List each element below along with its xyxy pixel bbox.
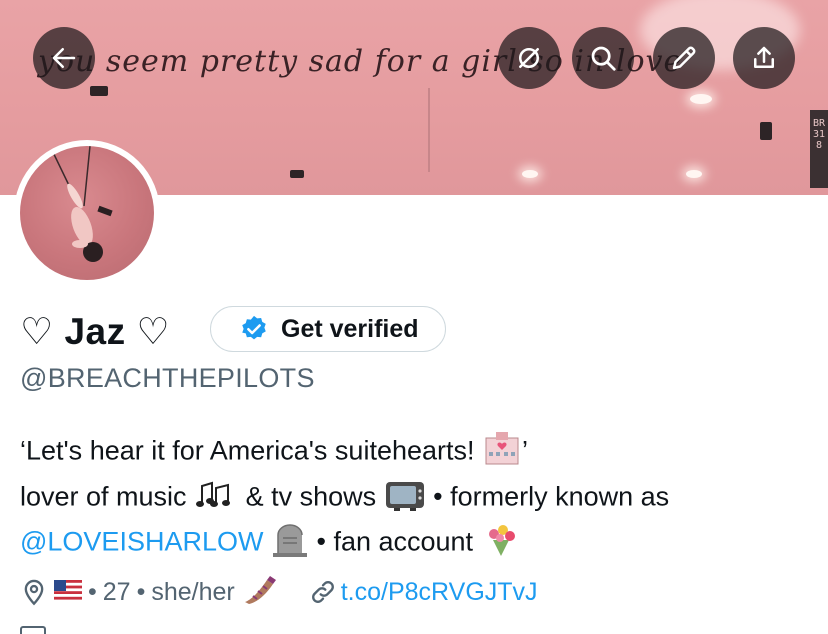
bio-text: ‘Let's hear it for America's suitehearts… [20,435,483,466]
display-name: ♡ Jaz ♡ [20,310,171,352]
banner-light [686,170,702,178]
bio-text: & tv shows [238,481,384,512]
bio-line-3: @LOVEISHARLOW • fan account [20,522,521,565]
banner-sign: BR 31 8 [810,110,828,188]
bio-text: • formerly known as [425,481,670,512]
search-button[interactable] [572,27,634,89]
television-emoji-icon [384,478,426,519]
verified-badge-icon [242,315,266,340]
profile-age: 27 [102,577,131,606]
profile-website-link[interactable]: t.co/P8cRVGJTvJ [341,578,538,607]
avatar-image [20,146,154,280]
nail-polish-emoji-icon [243,574,277,611]
bouquet-emoji-icon [481,522,521,565]
profile-meta-row: • 27 • she/her t.co/P8cRVGJTvJ [20,572,538,612]
love-hotel-emoji-icon [482,432,522,473]
share-icon [754,46,774,68]
back-arrow-icon [52,48,76,68]
banner-light [690,94,712,104]
translate-icon [519,48,539,68]
bio-text: • fan account [308,526,481,557]
edit-button[interactable] [653,27,715,89]
banner-fixture [290,170,304,178]
separator: • [88,577,97,606]
music-notes-emoji-icon [194,480,238,517]
banner-fixture [90,86,108,96]
bio-text-end: ’ [522,435,529,466]
translate-button[interactable] [498,27,560,89]
profile-pronouns: she/her [151,577,235,606]
share-button[interactable] [733,27,795,89]
banner-light [522,170,538,178]
profile-handle: @BREACHTHEPILOTS [20,363,315,393]
banner-fixture [760,122,772,140]
avatar-figure [49,146,113,262]
bio-line-2: lover of music & tv shows • formerly kno… [20,478,669,519]
banner-conduit [428,88,430,172]
separator: • [136,577,146,606]
pencil-icon [672,46,696,70]
us-flag-emoji-icon [54,578,82,607]
profile-name-row: ♡ Jaz ♡ [20,306,170,356]
bio-line-1: ‘Let's hear it for America's suitehearts… [20,432,528,473]
mention-link[interactable]: @LOVEISHARLOW [20,527,263,557]
back-button[interactable] [33,27,95,89]
profile-avatar[interactable] [14,140,160,286]
get-verified-button[interactable]: Get verified [210,306,446,352]
get-verified-label: Get verified [281,314,419,343]
bio-text: lover of music [20,481,195,512]
search-icon [591,46,616,71]
location-pin-icon [24,579,44,606]
link-icon [311,581,334,603]
headstone-emoji-icon [271,523,309,564]
